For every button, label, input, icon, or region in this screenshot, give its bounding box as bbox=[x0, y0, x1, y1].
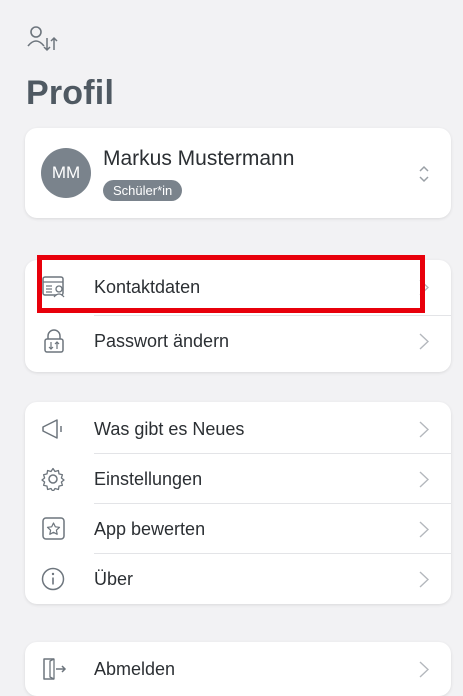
user-name: Markus Mustermann bbox=[103, 147, 295, 170]
chevron-right-icon bbox=[419, 661, 429, 678]
switch-user-icon[interactable] bbox=[26, 24, 60, 54]
general-group: Was gibt es Neues Einstellungen App bewe… bbox=[25, 402, 451, 604]
menu-item-whats-new[interactable]: Was gibt es Neues bbox=[25, 404, 451, 454]
menu-item-rate-app[interactable]: App bewerten bbox=[25, 504, 451, 554]
menu-item-label: Passwort ändern bbox=[94, 330, 230, 351]
menu-item-logout[interactable]: Abmelden bbox=[25, 644, 451, 694]
session-group: Abmelden bbox=[25, 642, 451, 696]
info-icon bbox=[41, 567, 65, 591]
menu-item-label: Abmelden bbox=[94, 658, 176, 679]
avatar: MM bbox=[41, 148, 91, 198]
logout-icon bbox=[43, 658, 67, 680]
chevron-right-icon bbox=[419, 521, 429, 538]
star-icon bbox=[42, 517, 65, 540]
menu-item-change-password[interactable]: Passwort ändern bbox=[25, 316, 451, 366]
profile-switcher[interactable]: MM Markus Mustermann Schüler*in bbox=[25, 128, 451, 218]
lock-icon bbox=[44, 329, 64, 353]
page-title: Profil bbox=[26, 74, 115, 112]
menu-item-label: Einstellungen bbox=[94, 468, 203, 489]
chevron-up-down-icon bbox=[419, 165, 429, 183]
megaphone-icon bbox=[42, 419, 62, 439]
menu-item-label: App bewerten bbox=[94, 518, 206, 539]
chevron-right-icon bbox=[419, 421, 429, 438]
chevron-right-icon bbox=[419, 571, 429, 588]
highlight-box bbox=[37, 255, 425, 313]
menu-item-settings[interactable]: Einstellungen bbox=[25, 454, 451, 504]
menu-item-label: Über bbox=[94, 568, 134, 589]
chevron-right-icon bbox=[419, 333, 429, 350]
chevron-right-icon bbox=[419, 471, 429, 488]
gear-icon bbox=[41, 467, 65, 491]
menu-item-about[interactable]: Über bbox=[25, 554, 451, 604]
menu-item-label: Was gibt es Neues bbox=[94, 418, 245, 439]
role-badge: Schüler*in bbox=[103, 180, 183, 201]
